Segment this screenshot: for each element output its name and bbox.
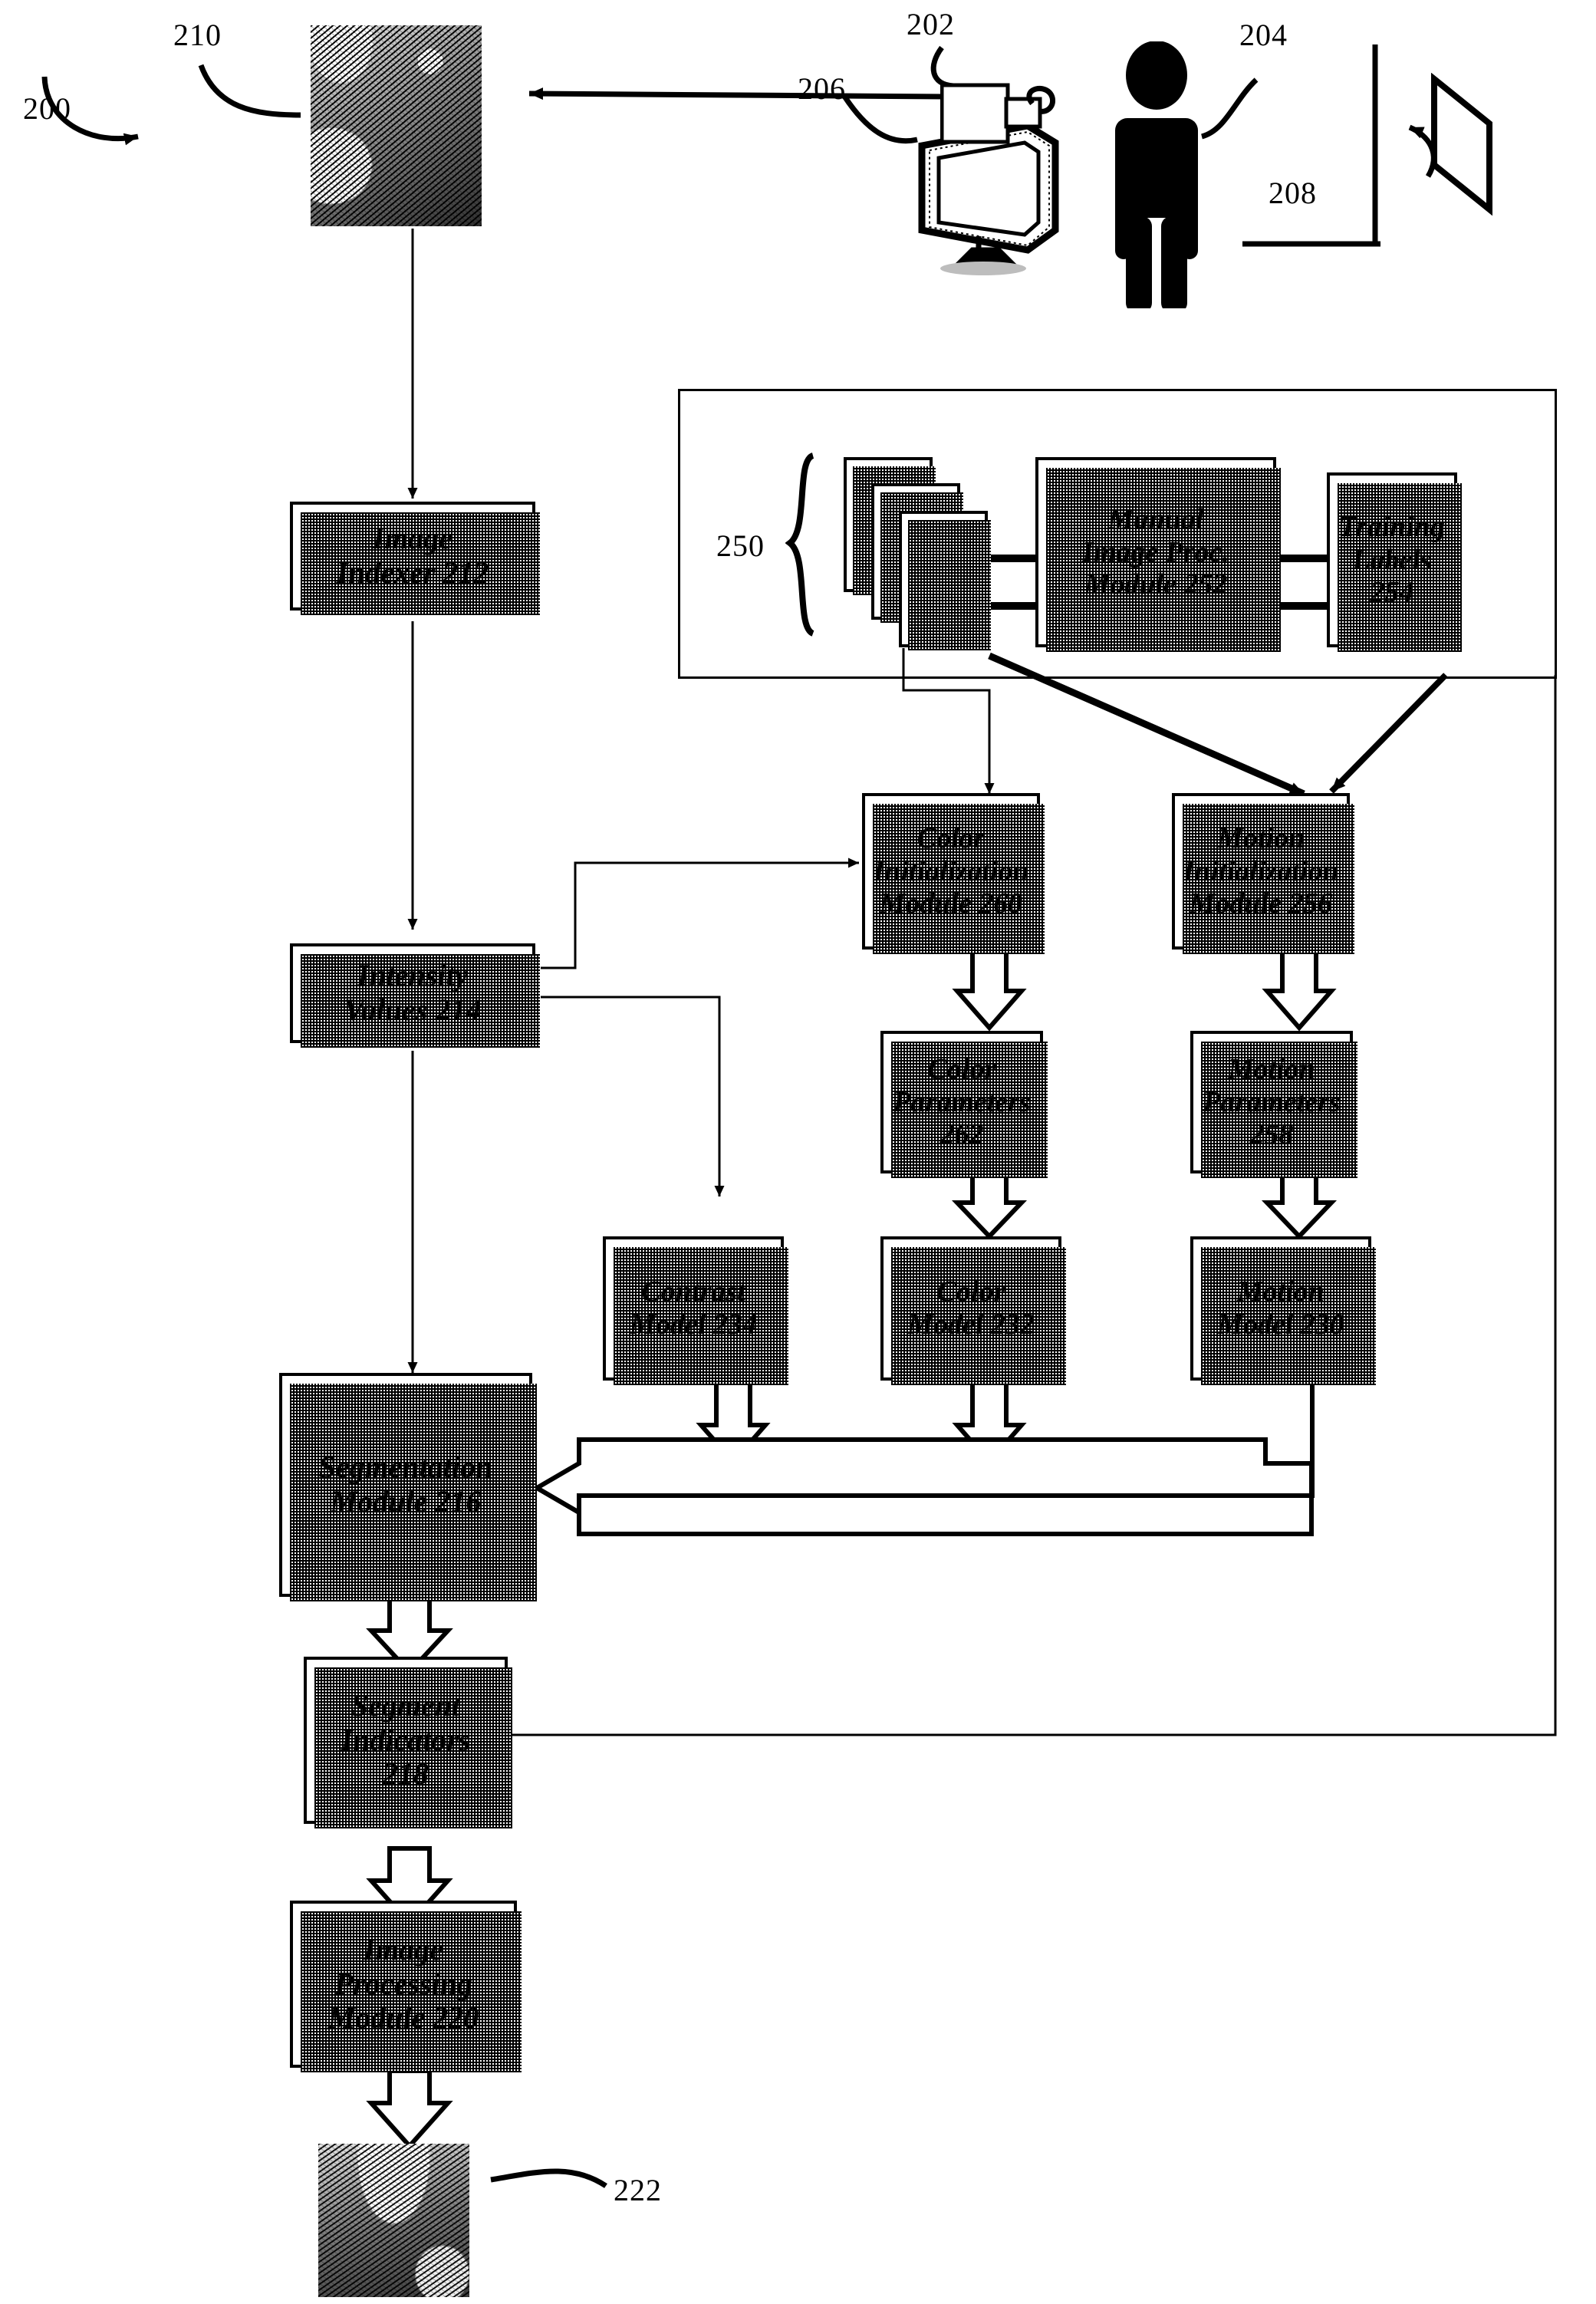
training-labels-label: Training Labels 254 — [1339, 511, 1445, 609]
leader-206 — [841, 94, 918, 144]
ref-250: 250 — [716, 528, 765, 563]
motion-initialization-module-box[interactable]: Motion Initialization Module 256 — [1172, 793, 1354, 954]
block-arrow-image-processing-to-output — [366, 2069, 453, 2150]
arrow-camera-to-image210 — [528, 87, 946, 100]
output-image-photo — [318, 2144, 469, 2297]
person-icon — [1103, 41, 1210, 313]
block-arrow-motion-init-to-motion-params — [1262, 947, 1337, 1032]
image-processing-module-label: Image Processing Module 220 — [327, 1931, 479, 2036]
segmentation-module-box[interactable]: Segmentation Module 216 — [279, 1373, 537, 1601]
manual-image-proc-module-box[interactable]: Manual Image Proc. Module 252 — [1035, 457, 1281, 652]
image-indexer-label: Image Indexer 212 — [336, 521, 489, 590]
motion-initialization-module-label: Motion Initialization Module 256 — [1183, 822, 1339, 920]
ref-202: 202 — [907, 7, 955, 41]
color-parameters-box[interactable]: Color Parameters 262 — [880, 1031, 1048, 1178]
color-initialization-module-label: Color Initialization Module 260 — [873, 822, 1029, 920]
ref-208: 208 — [1269, 176, 1317, 210]
contrast-model-box[interactable]: Contrast Model 234 — [603, 1236, 788, 1385]
block-arrow-color-init-to-color-params — [952, 947, 1027, 1032]
motion-model-box[interactable]: Motion Model 230 — [1190, 1236, 1376, 1385]
color-parameters-label: Color Parameters 262 — [893, 1053, 1031, 1151]
input-image-photo — [311, 25, 482, 226]
display-panel-icon — [1373, 72, 1503, 234]
block-arrow-color-params-to-color-model — [951, 1171, 1028, 1240]
motion-parameters-box[interactable]: Motion Parameters 258 — [1190, 1031, 1357, 1178]
leader-210 — [198, 64, 301, 118]
ref-210: 210 — [173, 18, 222, 52]
leader-222 — [490, 2168, 607, 2188]
manual-image-proc-module-label: Manual Image Proc. Module 252 — [1081, 503, 1230, 601]
color-model-label: Color Model 232 — [907, 1275, 1035, 1341]
intensity-values-box[interactable]: Intensity Values 214 — [290, 943, 540, 1048]
arrow-intensity-to-color-init — [541, 857, 859, 969]
arrow-intensity-to-contrast-model — [541, 996, 725, 1196]
training-image-sheet — [899, 511, 991, 650]
ref-222: 222 — [614, 2173, 662, 2207]
intensity-values-label: Intensity Values 214 — [344, 958, 482, 1027]
motion-parameters-label: Motion Parameters 258 — [1203, 1053, 1341, 1151]
ref-206: 206 — [798, 71, 846, 106]
segment-indicators-label: Segment Indicators 218 — [341, 1687, 471, 1792]
motion-model-label: Motion Model 230 — [1217, 1275, 1344, 1341]
block-arrow-motion-params-to-motion-model — [1261, 1171, 1338, 1240]
color-model-box[interactable]: Color Model 232 — [880, 1236, 1066, 1385]
ref-204: 204 — [1239, 18, 1288, 52]
camera-icon — [940, 81, 1056, 150]
image-indexer-box[interactable]: Image Indexer 212 — [290, 502, 540, 615]
ref-200: 200 — [23, 91, 71, 126]
contrast-model-label: Contrast Model 234 — [630, 1275, 757, 1341]
color-initialization-module-box[interactable]: Color Initialization Module 260 — [862, 793, 1045, 954]
figure-canvas: Manual Image Proc. Module 252 Training L… — [0, 0, 1596, 2304]
segmentation-module-label: Segmentation Module 216 — [318, 1450, 493, 1519]
arrow-training-labels-to-motion-init — [1329, 673, 1448, 794]
segment-indicators-box[interactable]: Segment Indicators 218 — [304, 1657, 512, 1828]
training-labels-box[interactable]: Training Labels 254 — [1327, 472, 1462, 652]
image-processing-module-box[interactable]: Image Processing Module 220 — [290, 1901, 522, 2072]
block-arrow-models-into-segmentation — [532, 1437, 1315, 1517]
curly-brace-icon — [785, 453, 821, 637]
